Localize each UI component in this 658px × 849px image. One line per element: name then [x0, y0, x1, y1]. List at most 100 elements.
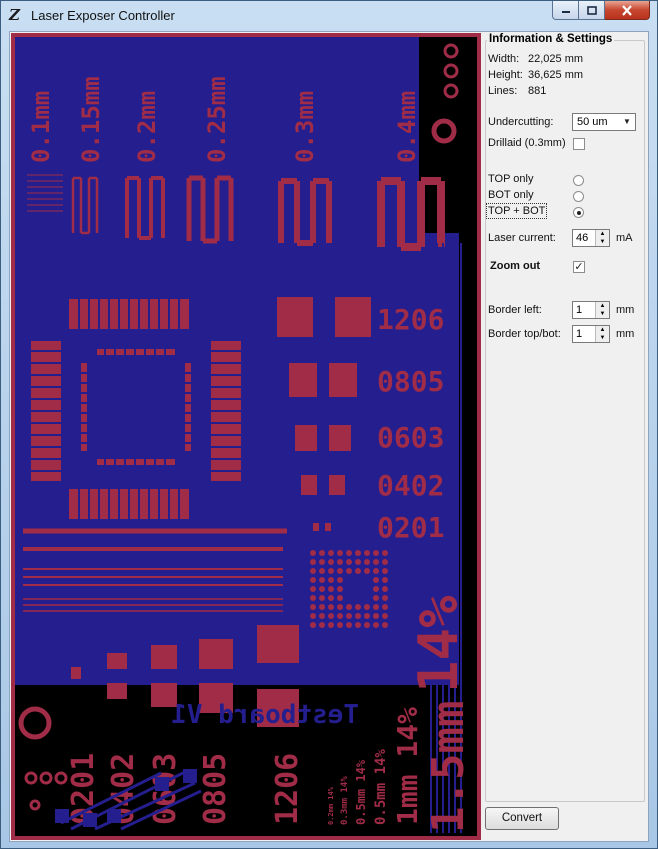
bga-dot: [337, 568, 343, 574]
bga-dot: [328, 550, 334, 556]
bga-dot: [355, 550, 361, 556]
radio-top-bot[interactable]: [573, 207, 584, 218]
title-bar[interactable]: Z Laser Exposer Controller: [1, 1, 657, 31]
lines-label: Lines:: [488, 85, 518, 97]
height-value: 36,625 mm: [528, 69, 584, 81]
radio-both-label: TOP + BOT: [485, 203, 548, 219]
bga-dot: [382, 595, 388, 601]
bottom-label-1206: 1206: [270, 753, 305, 825]
bga-dot: [373, 613, 379, 619]
bga-dot: [364, 568, 370, 574]
zoom-out-checkbox[interactable]: ✓: [573, 261, 585, 273]
bga-dot: [337, 613, 343, 619]
bga-dot: [382, 568, 388, 574]
border-topbot-label: Border top/bot:: [488, 328, 561, 340]
border-left-label: Border left:: [488, 304, 542, 316]
bga-dot: [355, 559, 361, 565]
bga-dot: [346, 550, 352, 556]
border-topbot-spinner[interactable]: 1 ▲ ▼: [572, 325, 610, 343]
close-button[interactable]: [605, 1, 650, 20]
border-left-value: 1: [576, 304, 583, 316]
bga-dot: [328, 559, 334, 565]
bga-dot: [337, 622, 343, 628]
settings-group: Information & Settings Width: 22,025 mm …: [485, 33, 645, 802]
spin-down-icon[interactable]: ▼: [595, 310, 609, 318]
minimize-button[interactable]: [552, 1, 579, 20]
trace-label-0-1mm: 0.1mm: [27, 91, 55, 163]
spin-down-icon[interactable]: ▼: [595, 334, 609, 342]
spin-up-icon[interactable]: ▲: [595, 230, 609, 238]
bga-dot: [382, 604, 388, 610]
drillaid-checkbox[interactable]: [573, 138, 585, 150]
spin-up-icon[interactable]: ▲: [595, 326, 609, 334]
bga-dot: [337, 559, 343, 565]
bga-dot: [382, 559, 388, 565]
laser-current-label: Laser current:: [488, 232, 556, 244]
minimize-icon: [561, 11, 570, 13]
bga-dot: [319, 595, 325, 601]
bga-dot: [310, 586, 316, 592]
bga-dot: [319, 577, 325, 583]
bga-dot: [346, 622, 352, 628]
client-area: 0.1mm 0.15mm 0.2mm 0.25mm 0.3mm 0.4mm 12…: [9, 31, 649, 842]
small-text-1mm: 1mm 14%: [391, 707, 424, 825]
bga-dot: [364, 604, 370, 610]
width-value: 22,025 mm: [528, 53, 584, 65]
bga-dot: [364, 559, 370, 565]
board-preview[interactable]: 0.1mm 0.15mm 0.2mm 0.25mm 0.3mm 0.4mm 12…: [11, 33, 481, 840]
bga-dot: [310, 613, 316, 619]
bga-dot: [364, 622, 370, 628]
laser-current-spinner[interactable]: 46 ▲ ▼: [572, 229, 610, 247]
maximize-icon: [586, 5, 597, 15]
radio-bot-only[interactable]: [573, 191, 584, 202]
undercutting-select[interactable]: 50 um ▼: [572, 113, 636, 131]
bga-dot: [310, 568, 316, 574]
bga-dot: [355, 568, 361, 574]
window-title: Laser Exposer Controller: [31, 8, 175, 23]
bga-dot: [310, 595, 316, 601]
bga-dot: [328, 604, 334, 610]
bga-dot: [373, 604, 379, 610]
bga-dot: [346, 559, 352, 565]
spin-down-icon[interactable]: ▼: [595, 238, 609, 246]
bga-dot: [382, 577, 388, 583]
package-label-0402: 0402: [377, 469, 444, 502]
border-topbot-value: 1: [576, 328, 583, 340]
app-window: Z Laser Exposer Controller 0.1mm 0.15mm …: [0, 0, 658, 849]
bga-dot: [346, 568, 352, 574]
drillaid-label: Drillaid (0.3mm): [488, 137, 566, 149]
bga-dot: [310, 577, 316, 583]
bga-dot: [310, 622, 316, 628]
spin-up-icon[interactable]: ▲: [595, 302, 609, 310]
trace-label-0-3mm: 0.3mm: [291, 91, 319, 163]
big-percent-text: 14%: [407, 595, 470, 693]
trace-label-0-2mm: 0.2mm: [133, 91, 161, 163]
bga-dot: [364, 613, 370, 619]
app-icon: Z: [9, 6, 20, 24]
bga-dot: [337, 577, 343, 583]
radio-top-only[interactable]: [573, 175, 584, 186]
package-label-0805: 0805: [377, 365, 444, 398]
bga-dot: [319, 559, 325, 565]
bga-dot: [373, 568, 379, 574]
height-label: Height:: [488, 69, 523, 81]
bga-dot: [319, 586, 325, 592]
package-label-0603: 0603: [377, 421, 444, 454]
convert-button[interactable]: Convert: [485, 807, 559, 830]
package-label-1206: 1206: [377, 303, 444, 336]
maximize-button[interactable]: [579, 1, 605, 20]
package-label-0201: 0201: [377, 511, 444, 544]
bga-dot: [364, 550, 370, 556]
mirror-board-text: Testboard V1: [171, 700, 359, 730]
bga-dot: [355, 604, 361, 610]
trace-label-0-25mm: 0.25mm: [203, 76, 231, 163]
bga-dot: [355, 613, 361, 619]
bga-dot: [310, 559, 316, 565]
undercutting-value: 50 um: [577, 116, 608, 128]
border-left-spinner[interactable]: 1 ▲ ▼: [572, 301, 610, 319]
bga-dot: [337, 604, 343, 610]
bga-dot: [373, 550, 379, 556]
small-text-0-3mm: 0.3mm 14%: [340, 776, 350, 825]
bga-dot: [310, 550, 316, 556]
checkmark-icon: ✓: [574, 261, 584, 273]
